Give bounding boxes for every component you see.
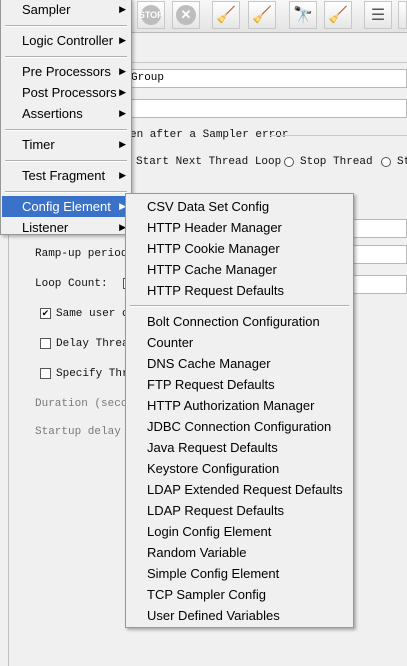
delay-thread-checkbox[interactable] xyxy=(40,338,51,349)
shutdown-icon[interactable]: ✕ xyxy=(172,1,200,29)
menu-separator xyxy=(5,160,127,162)
submenu-arrow-icon: ▶ xyxy=(119,139,126,149)
menu-item-label: Post Processors xyxy=(22,85,117,100)
menu-item-label: Config Element xyxy=(22,199,111,214)
submenu-item-counter[interactable]: Counter xyxy=(127,332,352,353)
menu-item-assertions[interactable]: Assertions ▶ xyxy=(2,103,130,124)
menu-item-sampler[interactable]: Sampler ▶ xyxy=(2,0,130,20)
loop-count-label: Loop Count: xyxy=(35,278,108,290)
submenu-arrow-icon: ▶ xyxy=(119,66,126,76)
menu-item-label: Timer xyxy=(22,137,55,152)
menu-item-label: Assertions xyxy=(22,106,83,121)
menu-item-label: Listener xyxy=(22,220,69,235)
stop-test-label: St xyxy=(397,156,407,168)
menu-separator xyxy=(5,129,127,131)
toolbar-overflow-icon[interactable] xyxy=(398,1,407,29)
menu-item-logic-controller[interactable]: Logic Controller ▶ xyxy=(2,30,130,51)
submenu-item-tcp-sampler-config[interactable]: TCP Sampler Config xyxy=(127,584,352,605)
menu-separator xyxy=(5,191,127,193)
submenu-arrow-icon: ▶ xyxy=(119,4,126,14)
submenu-item-dns-cache-manager[interactable]: DNS Cache Manager xyxy=(127,353,352,374)
menu-item-test-fragment[interactable]: Test Fragment ▶ xyxy=(2,165,130,186)
stop-test-radio[interactable] xyxy=(381,157,391,167)
search-icon[interactable]: 🔭 xyxy=(289,1,317,29)
menu-item-label: Sampler xyxy=(22,2,71,17)
loop-count-field[interactable] xyxy=(352,275,407,294)
menu-separator xyxy=(5,56,127,58)
menu-item-timer[interactable]: Timer ▶ xyxy=(2,134,130,155)
submenu-item-http-cookie-manager[interactable]: HTTP Cookie Manager xyxy=(127,238,352,259)
duration-label: Duration (secon xyxy=(35,398,135,410)
menu-separator xyxy=(5,25,127,27)
stop-thread-radio[interactable] xyxy=(284,157,294,167)
divider xyxy=(126,62,407,63)
on-error-legend: en after a Sampler error xyxy=(130,129,289,141)
clear-all-icon[interactable]: 🧹 xyxy=(248,1,276,29)
submenu-item-ldap-request-defaults[interactable]: LDAP Request Defaults xyxy=(127,500,352,521)
menu-item-config-element[interactable]: Config Element ▶ xyxy=(2,196,130,217)
comments-field[interactable] xyxy=(126,99,407,118)
submenu-item-jdbc-connection-configuration[interactable]: JDBC Connection Configuration xyxy=(127,416,352,437)
submenu-item-bolt-connection-configuration[interactable]: Bolt Connection Configuration xyxy=(127,311,352,332)
startup-delay-label: Startup delay ( xyxy=(35,426,135,438)
submenu-separator xyxy=(130,305,349,307)
rampup-field[interactable] xyxy=(352,245,407,264)
menu-item-label: Test Fragment xyxy=(22,168,106,183)
submenu-item-simple-config-element[interactable]: Simple Config Element xyxy=(127,563,352,584)
start-next-loop-label: Start Next Thread Loop xyxy=(136,156,282,168)
menu-item-label: Pre Processors xyxy=(22,64,111,79)
reset-search-icon[interactable]: 🧹 xyxy=(324,1,352,29)
same-user-label: Same user on xyxy=(56,308,136,320)
rampup-label: Ramp-up period xyxy=(35,248,128,260)
submenu-item-java-request-defaults[interactable]: Java Request Defaults xyxy=(127,437,352,458)
config-element-submenu: CSV Data Set Config HTTP Header Manager … xyxy=(125,193,354,628)
submenu-item-http-authorization-manager[interactable]: HTTP Authorization Manager xyxy=(127,395,352,416)
submenu-arrow-icon: ▶ xyxy=(119,170,126,180)
legend-border xyxy=(270,135,407,136)
submenu-item-http-cache-manager[interactable]: HTTP Cache Manager xyxy=(127,259,352,280)
threads-field[interactable] xyxy=(352,219,407,238)
delay-thread-label: Delay Threa xyxy=(56,338,129,350)
submenu-arrow-icon: ▶ xyxy=(119,35,126,45)
menu-item-label: Logic Controller xyxy=(22,33,114,48)
name-field-value: Group xyxy=(131,72,165,84)
submenu-item-ftp-request-defaults[interactable]: FTP Request Defaults xyxy=(127,374,352,395)
menu-item-post-processors[interactable]: Post Processors ▶ xyxy=(2,82,130,103)
name-field[interactable]: Group xyxy=(126,69,407,88)
same-user-checkbox[interactable]: ✔ xyxy=(40,308,51,319)
submenu-item-random-variable[interactable]: Random Variable xyxy=(127,542,352,563)
submenu-item-csv-data-set-config[interactable]: CSV Data Set Config xyxy=(127,196,352,217)
stop-thread-label: Stop Thread xyxy=(300,156,373,168)
menu-item-listener[interactable]: Listener ▶ xyxy=(2,217,130,238)
specify-lifetime-checkbox[interactable] xyxy=(40,368,51,379)
stop-icon[interactable]: STOP xyxy=(137,1,165,29)
submenu-item-keystore-configuration[interactable]: Keystore Configuration xyxy=(127,458,352,479)
menu-item-pre-processors[interactable]: Pre Processors ▶ xyxy=(2,61,130,82)
add-context-menu: Sampler ▶ Logic Controller ▶ Pre Process… xyxy=(0,0,132,235)
submenu-arrow-icon: ▶ xyxy=(119,108,126,118)
specify-lifetime-label: Specify Thre xyxy=(56,368,136,380)
submenu-item-ldap-extended-request-defaults[interactable]: LDAP Extended Request Defaults xyxy=(127,479,352,500)
submenu-item-http-request-defaults[interactable]: HTTP Request Defaults xyxy=(127,280,352,301)
submenu-item-http-header-manager[interactable]: HTTP Header Manager xyxy=(127,217,352,238)
submenu-item-user-defined-variables[interactable]: User Defined Variables xyxy=(127,605,352,626)
submenu-item-login-config-element[interactable]: Login Config Element xyxy=(127,521,352,542)
clear-icon[interactable]: 🧹 xyxy=(212,1,240,29)
submenu-arrow-icon: ▶ xyxy=(119,87,126,97)
function-helper-icon[interactable]: ☰ xyxy=(364,1,392,29)
